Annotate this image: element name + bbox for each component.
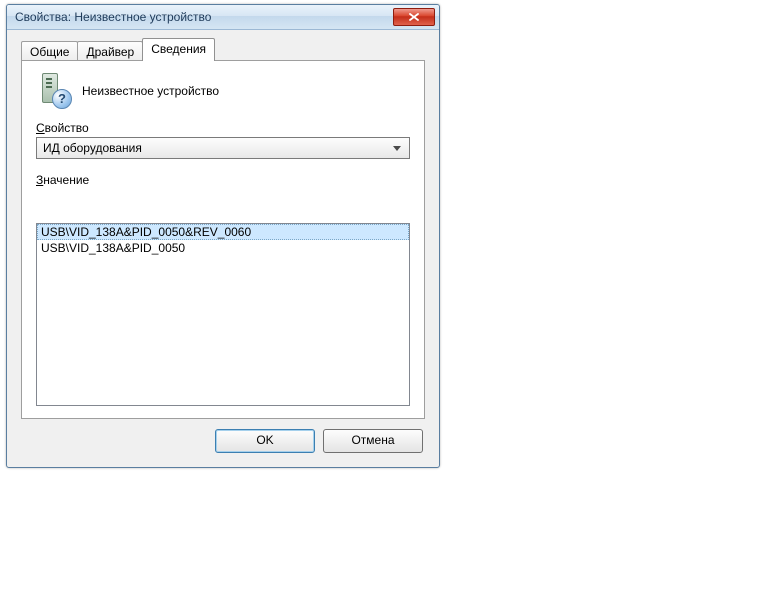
value-label: Значение	[22, 169, 424, 189]
property-label-accel: С	[36, 121, 45, 135]
property-combobox-value: ИД оборудования	[43, 141, 389, 155]
tab-details[interactable]: Сведения	[142, 38, 215, 61]
chevron-down-icon	[389, 141, 405, 155]
property-label: Свойство	[22, 117, 424, 137]
device-name: Неизвестное устройство	[82, 84, 219, 98]
tab-panel-details: ? Неизвестное устройство Свойство ИД обо…	[21, 60, 425, 419]
value-listbox[interactable]: USB\VID_138A&PID_0050&REV_0060 USB\VID_1…	[36, 223, 410, 406]
dialog-button-row: OK Отмена	[215, 429, 423, 453]
device-header: ? Неизвестное устройство	[22, 61, 424, 117]
property-label-rest: войство	[45, 121, 89, 135]
list-item[interactable]: USB\VID_138A&PID_0050&REV_0060	[37, 224, 409, 240]
client-area: Общие Драйвер Сведения ? Неизвестное уст…	[13, 35, 433, 461]
tab-general[interactable]: Общие	[21, 41, 78, 62]
properties-dialog: Свойства: Неизвестное устройство Общие Д…	[6, 4, 440, 468]
window-title: Свойства: Неизвестное устройство	[15, 5, 393, 29]
ok-button[interactable]: OK	[215, 429, 315, 453]
property-combobox[interactable]: ИД оборудования	[36, 137, 410, 159]
tab-strip: Общие Драйвер Сведения	[21, 39, 425, 61]
close-icon	[409, 13, 419, 21]
tab-driver[interactable]: Драйвер	[77, 41, 143, 62]
close-button[interactable]	[393, 8, 435, 26]
question-mark-icon: ?	[52, 89, 72, 109]
titlebar[interactable]: Свойства: Неизвестное устройство	[7, 5, 439, 30]
cancel-button[interactable]: Отмена	[323, 429, 423, 453]
value-label-rest: начение	[43, 173, 89, 187]
unknown-device-icon: ?	[36, 73, 72, 109]
list-item[interactable]: USB\VID_138A&PID_0050	[37, 240, 409, 256]
